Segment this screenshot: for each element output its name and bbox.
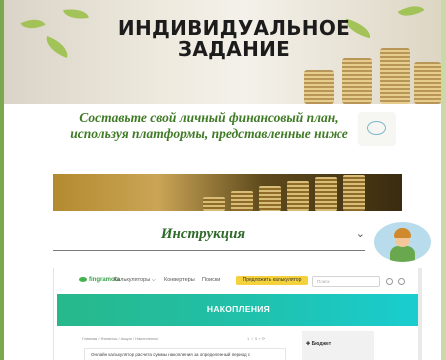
scrollbar[interactable] [418,268,422,360]
coin-stack [231,191,253,211]
rating-meta: 1 ☆ 5 ⌁ ⟳ [247,336,266,341]
coin-stack [342,58,372,104]
leaf-decoration [42,35,72,59]
chevron-down-icon[interactable]: ⌄ [356,227,365,240]
nav-converters[interactable]: Конвертеры [164,277,195,283]
instruction-accordion[interactable]: Инструкция ⌄ [53,224,365,251]
leaf-decoration [397,0,425,23]
coin-stack [315,177,337,211]
side-panel: ✚ Бюджет [302,331,374,360]
header-banner: ИНДИВИДУАЛЬНОЕ ЗАДАНИЕ [4,0,441,104]
right-border [441,0,446,360]
leaf-decoration [20,13,46,35]
coin-stack [287,181,309,211]
teacher-avatar [374,222,431,262]
task-description: Составьте свой личный финансовый план, и… [70,110,348,141]
instruction-label: Инструкция [160,226,246,242]
slide-title: ИНДИВИДУАЛЬНОЕ ЗАДАНИЕ [117,16,351,61]
site-navbar: fingramota Калькуляторы ⌵ Конвертеры Пои… [54,268,422,294]
nav-calculators[interactable]: Калькуляторы ⌵ [114,277,156,284]
speech-bubble-icon[interactable] [358,112,396,146]
hero-title: НАКОПЛЕНИЯ [206,304,271,314]
menu-icon[interactable] [398,278,405,285]
budget-link[interactable]: ✚ Бюджет [306,341,331,347]
slide-page: ИНДИВИДУАЛЬНОЕ ЗАДАНИЕ Составьте свой ли… [4,0,441,360]
nav-search-section[interactable]: Поиски [202,277,220,283]
coin-stack [343,175,365,211]
description-card: Онлайн калькулятор расчета суммы накопле… [84,348,286,360]
coin-stack [259,186,281,211]
user-icon[interactable] [386,278,393,285]
coins-image-strip [53,174,402,211]
coin-stack [304,70,334,104]
coin-stack [414,62,441,104]
description-text: Онлайн калькулятор расчета суммы накопле… [91,352,251,357]
embedded-website-preview[interactable]: fingramota Калькуляторы ⌵ Конвертеры Пои… [53,268,422,360]
search-input[interactable]: Поиск [312,276,380,287]
coin-stack [203,197,225,211]
hero-header: НАКОПЛЕНИЯ [57,294,420,326]
coin-stack [380,48,410,104]
suggest-calculator-button[interactable]: Предложить калькулятор [236,276,308,285]
breadcrumb[interactable]: Главная / Финансы / Акции / Накопления [82,336,158,341]
